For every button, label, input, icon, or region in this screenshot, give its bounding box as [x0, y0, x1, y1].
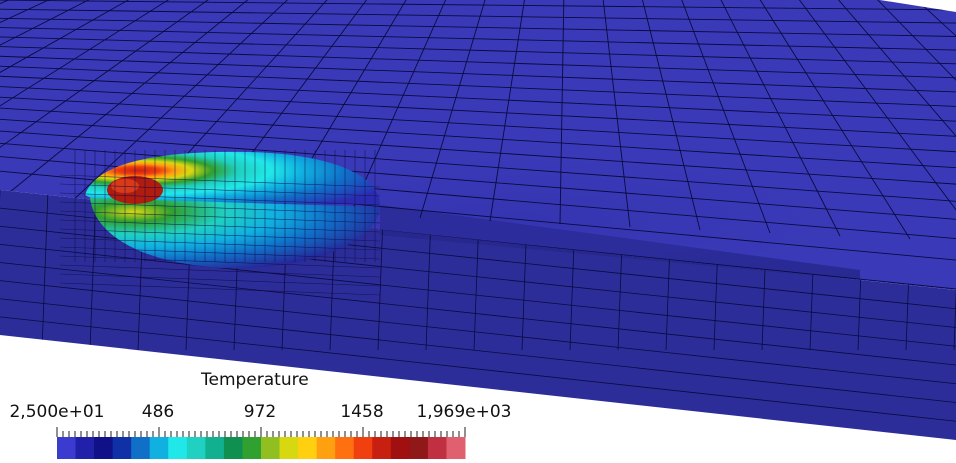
colorbar-segment	[75, 437, 95, 459]
colorbar-segment	[242, 437, 262, 459]
legend-tick-label: 972	[243, 402, 277, 422]
colorbar-segment	[149, 437, 169, 459]
3d-plate-render[interactable]	[0, 0, 956, 459]
colorbar-segment	[168, 437, 188, 459]
colorbar-segment	[427, 437, 447, 459]
legend-tick-label: 1458	[340, 402, 384, 422]
colorbar-segment	[112, 437, 132, 459]
colorbar-segment	[223, 437, 243, 459]
colorbar-segment	[186, 437, 206, 459]
colorbar-segment	[261, 437, 281, 459]
temperature-colorbar	[56, 427, 466, 459]
colorbar-segment	[57, 437, 77, 459]
colorbar-segment	[372, 437, 392, 459]
colorbar-segment	[131, 437, 151, 459]
colorbar-segment	[390, 437, 410, 459]
colorbar-segment	[316, 437, 336, 459]
colorbar-segment	[94, 437, 114, 459]
colorbar-segment	[279, 437, 299, 459]
colorbar-segment	[409, 437, 429, 459]
legend-tick-label: 486	[141, 402, 175, 422]
legend-tick-label: 1,969e+03	[416, 402, 512, 422]
colorbar-segment	[298, 437, 318, 459]
legend-title: Temperature	[201, 370, 309, 390]
colorbar-segment	[205, 437, 225, 459]
colorbar-segment	[353, 437, 373, 459]
colorbar-segment	[335, 437, 355, 459]
legend-tick-label: 2,500e+01	[9, 402, 105, 422]
colorbar-segment	[446, 437, 466, 459]
render-viewport[interactable]: Temperature 2,500e+01 486 972 1458 1,969…	[0, 0, 956, 459]
